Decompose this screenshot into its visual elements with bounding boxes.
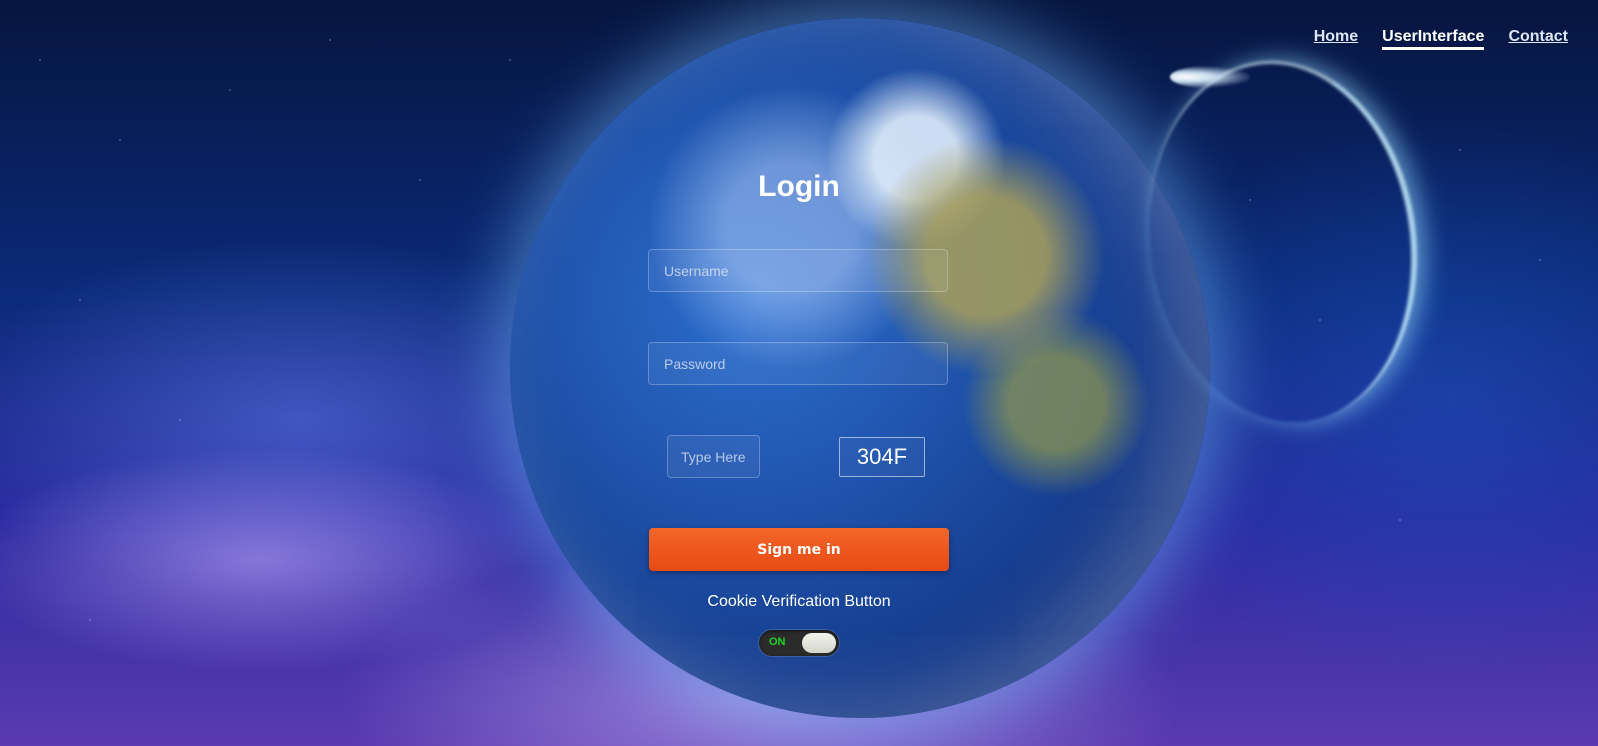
- comet-head: [1170, 66, 1250, 88]
- nav-contact-link[interactable]: Contact: [1508, 28, 1568, 50]
- cookie-verification-toggle[interactable]: ON: [759, 630, 839, 656]
- nav-home-link[interactable]: Home: [1314, 28, 1358, 50]
- cookie-verification-label: Cookie Verification Button: [707, 593, 891, 610]
- login-title: Login: [758, 170, 840, 203]
- page-background: Home UserInterface Contact Login 304F Si…: [0, 0, 1598, 746]
- toggle-knob[interactable]: [802, 633, 836, 653]
- captcha-code: 304F: [839, 437, 925, 477]
- sign-in-button[interactable]: Sign me in: [649, 528, 949, 571]
- nav-userinterface-link[interactable]: UserInterface: [1382, 28, 1485, 50]
- password-input[interactable]: [648, 342, 948, 385]
- captcha-input[interactable]: [667, 435, 760, 478]
- login-form: Login 304F Sign me in Cookie Verificatio…: [648, 170, 950, 656]
- toggle-state-label: ON: [769, 636, 786, 648]
- username-input[interactable]: [648, 249, 948, 292]
- top-nav: Home UserInterface Contact: [1314, 28, 1568, 50]
